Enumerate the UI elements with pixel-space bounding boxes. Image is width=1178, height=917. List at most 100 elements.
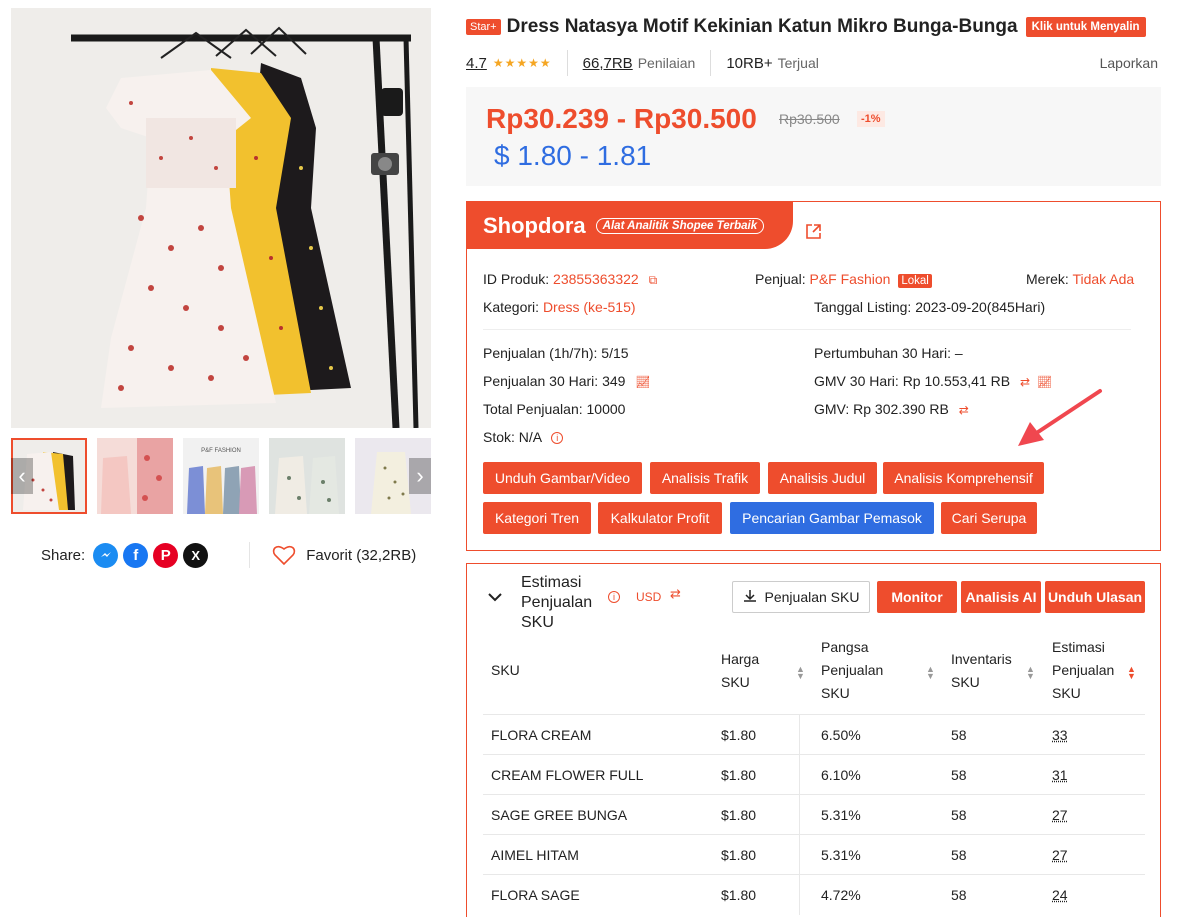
find-similar-button[interactable]: Cari Serupa — [941, 502, 1037, 534]
seller-local-badge: Lokal — [898, 274, 932, 288]
copy-title-button[interactable]: Klik untuk Menyalin — [1026, 17, 1146, 37]
pinterest-icon[interactable]: P — [153, 543, 178, 568]
favorite-button[interactable]: Favorit (32,2RB) — [272, 544, 416, 566]
product-title: Dress Natasya Motif Kekinian Katun Mikro… — [507, 16, 1018, 38]
thumbnail-4[interactable] — [269, 438, 345, 514]
main-product-image[interactable] — [11, 8, 431, 428]
column-separator — [799, 755, 810, 795]
sort-icon[interactable]: ▲ ▼ — [1026, 666, 1035, 680]
sales-30d: Penjualan 30 Hari: 349 — [483, 373, 625, 389]
download-media-button[interactable]: Unduh Gambar/Video — [483, 462, 642, 494]
download-reviews-button[interactable]: Unduh Ulasan — [1045, 581, 1145, 613]
sku-price: $1.80 — [721, 727, 756, 743]
col-header-sku: SKU — [491, 659, 520, 682]
dress-rack-illustration — [11, 8, 431, 428]
external-link-icon[interactable] — [805, 223, 822, 245]
sort-icon[interactable]: ▲ ▼ — [796, 666, 805, 680]
monitor-button[interactable]: Monitor — [877, 581, 957, 613]
brand-value: Tidak Ada — [1072, 271, 1134, 287]
growth-30d: Pertumbuhan 30 Hari: – — [814, 345, 963, 361]
total-sales: Total Penjualan: 10000 — [483, 401, 625, 417]
sku-estimate[interactable]: 27 — [1052, 847, 1068, 863]
copy-icon[interactable]: ⧉ — [649, 273, 658, 287]
col-header-inventory[interactable]: Inventaris SKU — [951, 648, 1031, 694]
col-header-estimate[interactable]: Estimasi Penjualan SKU — [1052, 636, 1127, 705]
category-label: Kategori: — [483, 299, 539, 315]
report-link[interactable]: Laporkan — [1100, 55, 1158, 71]
table-row: FLORA CREAM $1.80 6.50% 58 33 — [483, 714, 1145, 754]
column-separator — [799, 715, 810, 755]
gmv-30d: GMV 30 Hari: Rp 10.553,41 RB — [814, 373, 1010, 389]
sku-inventory: 58 — [951, 847, 967, 863]
sku-price: $1.80 — [721, 847, 756, 863]
sku-price: $1.80 — [721, 807, 756, 823]
thumbnail-image: P&F FASHION — [183, 438, 259, 514]
thumbnail-next-button[interactable]: › — [409, 458, 431, 494]
sku-name: SAGE GREE BUNGA — [491, 807, 627, 823]
x-twitter-icon[interactable]: X — [183, 543, 208, 568]
sort-icon[interactable]: ▲ ▼ — [926, 666, 935, 680]
share-row: Share: f P X Favorit (32,2RB) — [41, 541, 416, 569]
product-id-info: ID Produk: 23855363322 ⧉ — [483, 271, 657, 288]
thumbnail-3[interactable]: P&F FASHION — [183, 438, 259, 514]
supplier-image-search-button[interactable]: Pencarian Gambar Pemasok — [730, 502, 934, 534]
discount-badge: -1% — [857, 111, 885, 127]
annotation-arrow — [1010, 386, 1105, 451]
sku-inventory: 58 — [951, 727, 967, 743]
sales-30d-info: Penjualan 30 Hari: 349 📈︎ — [483, 373, 651, 389]
facebook-icon[interactable]: f — [123, 543, 148, 568]
sku-name: AIMEL HITAM — [491, 847, 579, 863]
category-trend-button[interactable]: Kategori Tren — [483, 502, 591, 534]
title-analysis-button[interactable]: Analisis Judul — [768, 462, 877, 494]
sales-1h7h: Penjualan (1h/7h): 5/15 — [483, 345, 629, 361]
col-header-share[interactable]: Pangsa Penjualan SKU — [821, 636, 911, 705]
traffic-analysis-button[interactable]: Analisis Trafik — [650, 462, 760, 494]
shop-watermark: P&F FASHION — [201, 448, 241, 454]
original-price: Rp30.500 — [779, 111, 840, 127]
brand-info: Merek: Tidak Ada — [1026, 271, 1134, 287]
sku-estimate[interactable]: 31 — [1052, 767, 1068, 783]
rating-stars-icon: ★★★★★ — [493, 56, 552, 70]
trend-chart-icon[interactable]: 📈︎ — [635, 375, 650, 389]
currency-swap-icon[interactable]: ⇄ — [959, 403, 969, 417]
info-icon[interactable]: i — [551, 432, 563, 444]
sku-share: 5.31% — [821, 807, 861, 823]
messenger-icon[interactable] — [93, 543, 118, 568]
thumbnail-2[interactable] — [97, 438, 173, 514]
reviews-count[interactable]: 66,7RB — [583, 55, 633, 72]
shopdora-logo: Shopdora — [483, 213, 586, 239]
product-id-value[interactable]: 23855363322 — [553, 271, 639, 287]
sort-icon[interactable]: ▲ ▼ — [1127, 666, 1136, 680]
category-value[interactable]: Dress (ke-515) — [543, 299, 636, 315]
sku-estimate[interactable]: 33 — [1052, 727, 1068, 743]
ai-analysis-button[interactable]: Analisis AI — [961, 581, 1041, 613]
rating-value[interactable]: 4.7 — [466, 55, 487, 72]
thumbnail-prev-button[interactable]: ‹ — [11, 458, 33, 494]
profit-calculator-button[interactable]: Kalkulator Profit — [598, 502, 722, 534]
seller-info: Penjual: P&F Fashion Lokal — [755, 271, 932, 287]
seller-value[interactable]: P&F Fashion — [809, 271, 890, 287]
info-icon[interactable]: i — [608, 591, 620, 603]
table-row: SAGE GREE BUNGA $1.80 5.31% 58 27 — [483, 794, 1145, 834]
meta-divider — [710, 50, 711, 76]
listing-label: Tanggal Listing: — [814, 299, 911, 315]
sku-estimate[interactable]: 24 — [1052, 887, 1068, 903]
download-icon — [743, 589, 757, 606]
share-divider — [249, 542, 250, 568]
sku-sales-export-button[interactable]: Penjualan SKU — [732, 581, 870, 613]
sku-name: FLORA CREAM — [491, 727, 591, 743]
table-row: AIMEL HITAM $1.80 5.31% 58 27 — [483, 834, 1145, 874]
currency-swap-icon[interactable]: ⇄ — [670, 586, 681, 602]
sku-estimate[interactable]: 27 — [1052, 807, 1068, 823]
shopdora-tagline: Alat Analitik Shopee Terbaik — [596, 218, 764, 234]
comprehensive-analysis-button[interactable]: Analisis Komprehensif — [883, 462, 1044, 494]
meta-divider — [567, 50, 568, 76]
collapse-chevron-icon[interactable] — [487, 589, 503, 607]
thumbnail-image — [269, 438, 345, 514]
column-separator — [799, 795, 810, 835]
listing-info: Tanggal Listing: 2023-09-20(845Hari) — [814, 299, 1045, 315]
sku-price: $1.80 — [721, 767, 756, 783]
col-header-price[interactable]: Harga SKU — [721, 648, 791, 694]
currency-label: USD — [636, 590, 661, 604]
table-row: CREAM FLOWER FULL $1.80 6.10% 58 31 — [483, 754, 1145, 794]
